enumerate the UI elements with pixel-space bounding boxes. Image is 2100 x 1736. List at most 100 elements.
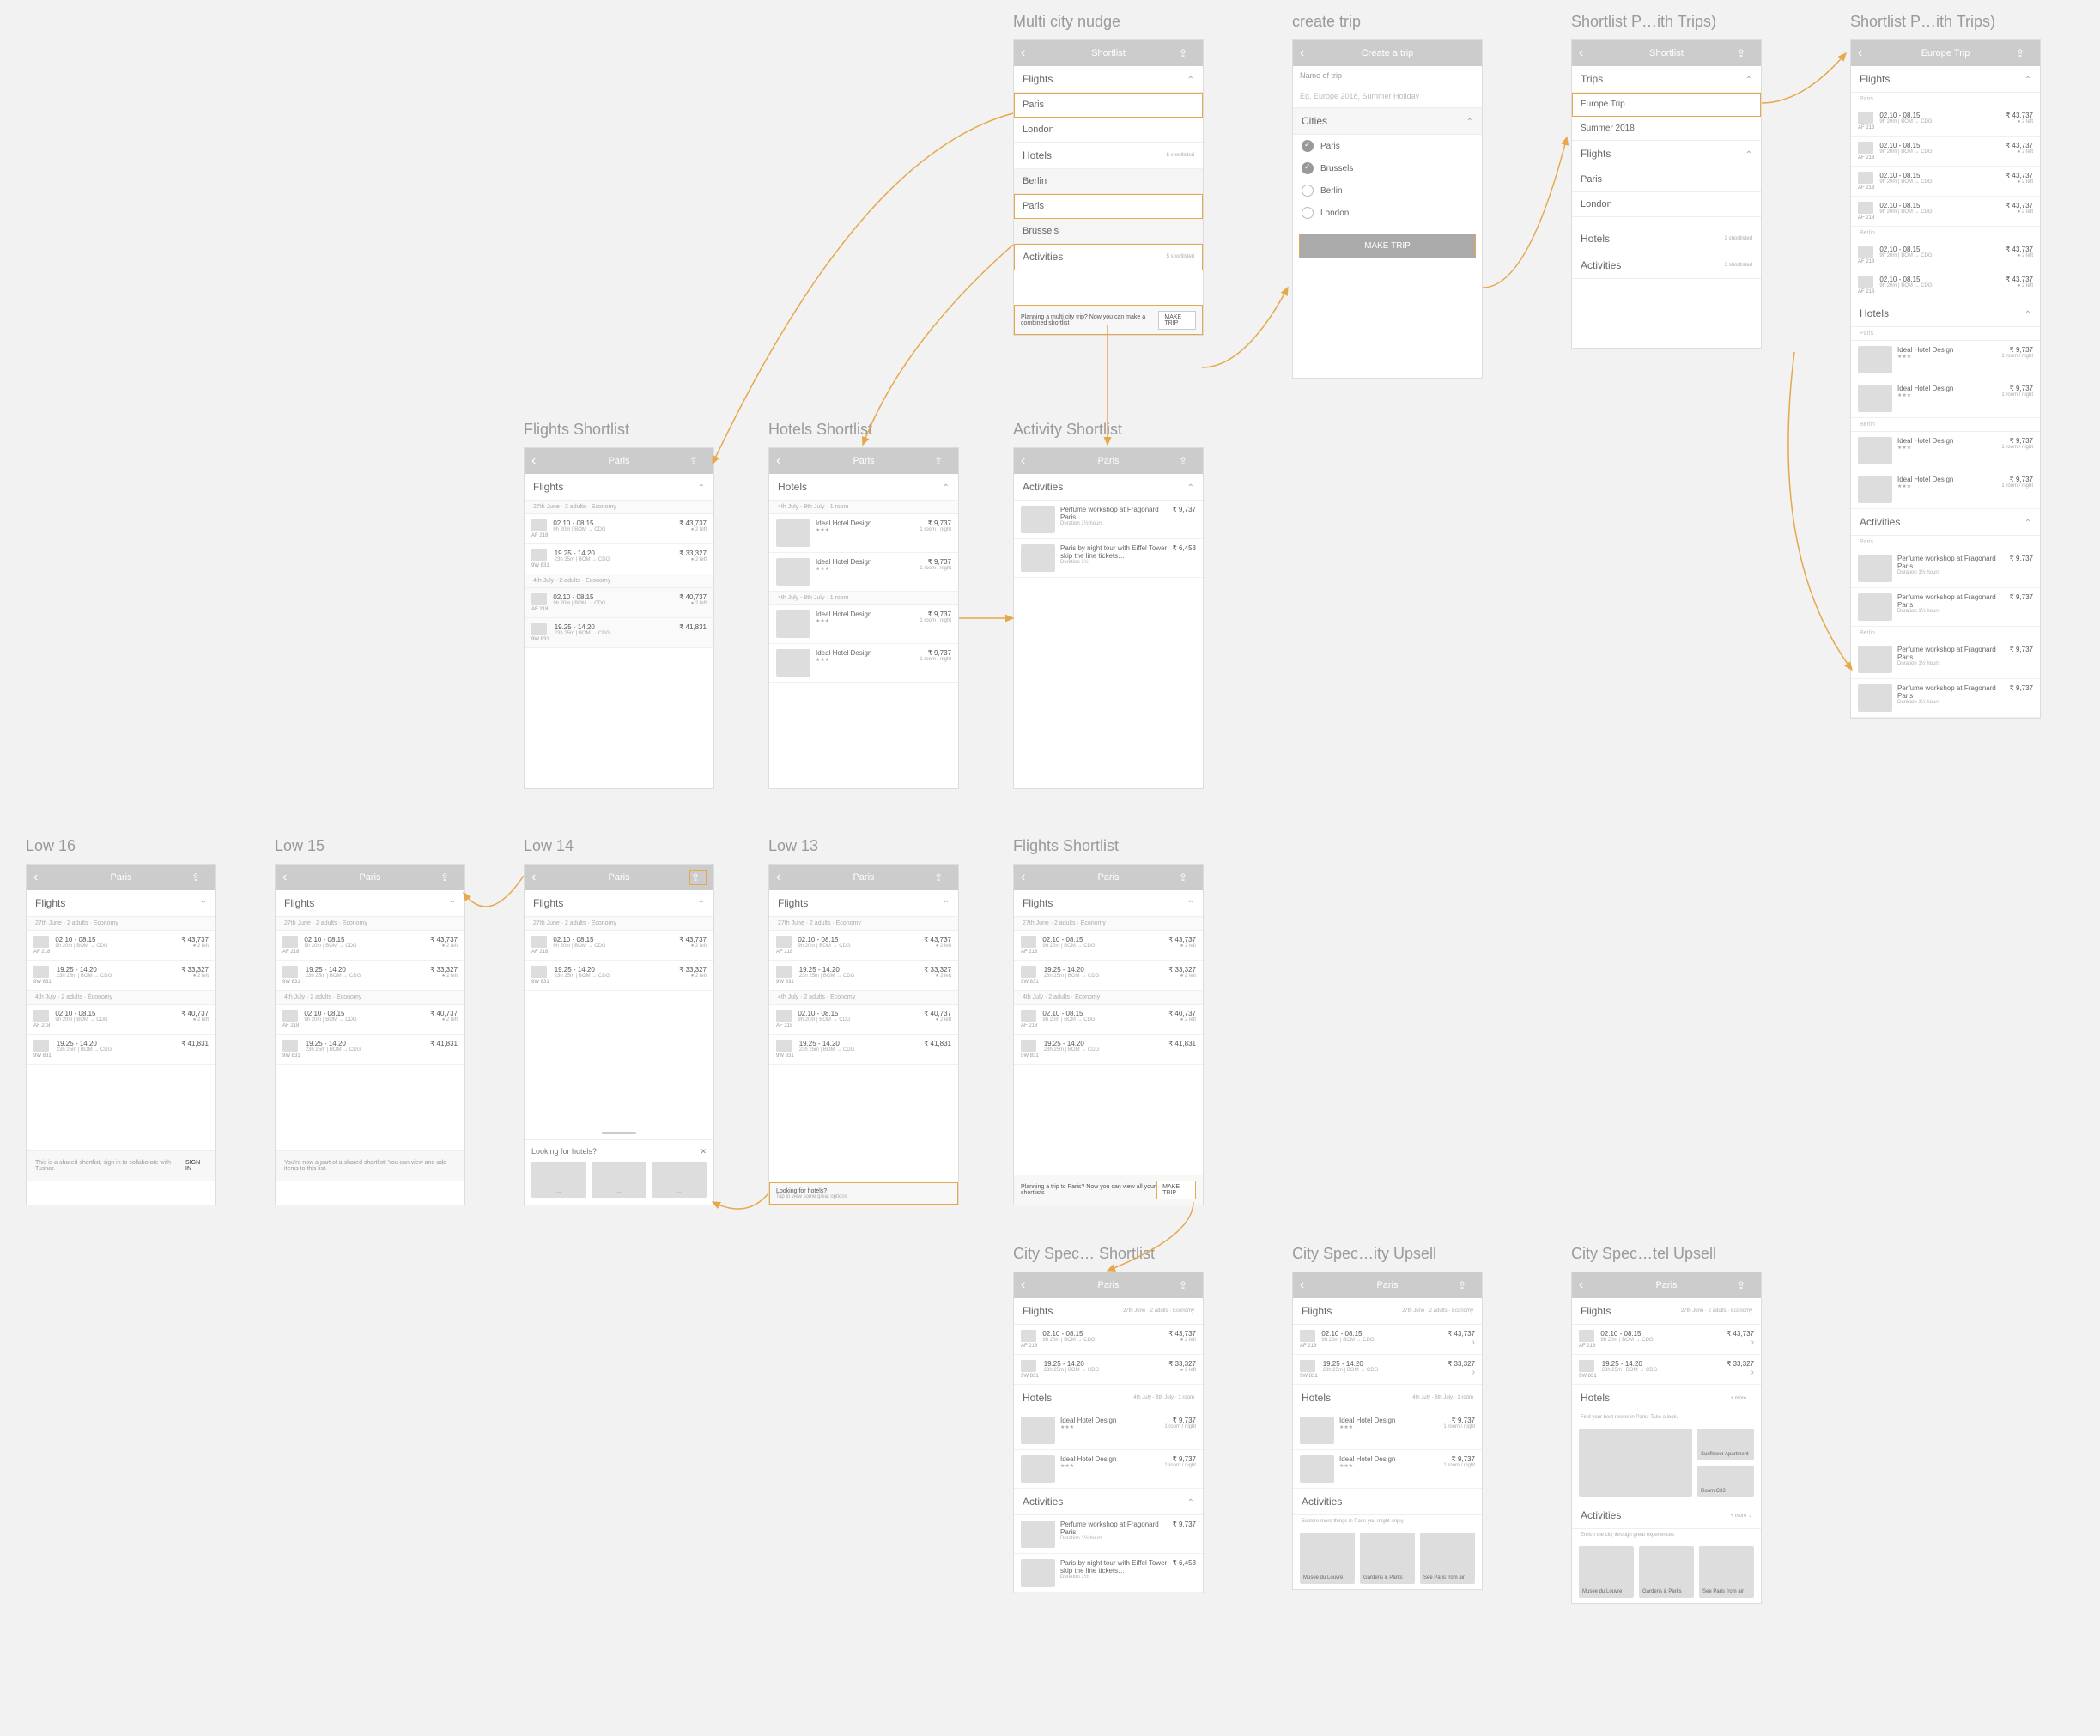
flight-row[interactable]: AF 21802.10 - 08.159h 20m | BOM → CDG₹ 4… (276, 1005, 464, 1035)
activity-row[interactable]: Perfume workshop at Fragonard ParisDurat… (1851, 549, 2040, 588)
flight-row[interactable]: AF 21802.10 - 08.159h 20m | BOM → CDG₹ 4… (525, 931, 713, 961)
flight-row[interactable]: AF 21802.10 - 08.159h 20m | BOM → CDG₹ 4… (27, 931, 215, 961)
flights-head[interactable]: Flights (769, 890, 958, 917)
flight-row[interactable]: 9W 83119.25 - 14.2023h 25m | BOM → CDG₹ … (276, 1035, 464, 1065)
flight-row[interactable]: AF 21802.10 - 08.159h 20m | BOM → CDG₹ 4… (1851, 137, 2040, 167)
flight-row[interactable]: AF 21802.10 - 08.159h 20m | BOM → CDG₹ 4… (1851, 106, 2040, 137)
city-london[interactable]: London (1014, 118, 1203, 143)
flight-row[interactable]: 9W 83119.25 - 14.2023h 25m | BOM → CDG₹ … (1014, 1355, 1203, 1385)
trip-europe[interactable]: Europe Trip (1572, 93, 1761, 117)
share-icon[interactable] (1458, 1279, 1475, 1291)
hotel-card[interactable]: Sunflower Apartment (1697, 1429, 1754, 1460)
hotel-card[interactable]: ••• (592, 1162, 646, 1198)
activity-card[interactable]: Gardens & Parks (1360, 1533, 1415, 1584)
back-icon[interactable] (531, 453, 549, 469)
hotel-card[interactable] (1579, 1429, 1692, 1497)
cities-label[interactable]: Cities (1293, 108, 1482, 135)
back-icon[interactable] (1300, 1278, 1317, 1293)
share-icon[interactable] (1179, 1279, 1196, 1291)
flight-row[interactable]: 9W 83119.25 - 14.2023h 25m | BOM → CDG₹ … (525, 618, 713, 648)
flights-head[interactable]: Flights27th June · 2 adults · Economy (1014, 1298, 1203, 1325)
city-paris[interactable]: Paris (1014, 93, 1203, 118)
activity-row[interactable]: Paris by night tour with Eiffel Tower sk… (1014, 1554, 1203, 1593)
city-london[interactable]: London (1572, 192, 1761, 217)
flight-row[interactable]: 9W 83119.25 - 14.2023h 25m | BOM → CDG₹ … (276, 961, 464, 991)
flights-head[interactable]: Flights (27, 890, 215, 917)
activity-card[interactable]: See Paris from air (1420, 1533, 1475, 1584)
activities-head[interactable]: Activities (1851, 509, 2040, 536)
flight-row[interactable]: 9W 83119.25 - 14.2023h 25m | BOM → CDG₹ … (27, 1035, 215, 1065)
city-check-brussels[interactable]: Brussels (1293, 157, 1482, 179)
back-icon[interactable] (33, 870, 51, 885)
flights-head[interactable]: Flights27th June · 2 adults · Economy (1293, 1298, 1482, 1325)
hotels-head[interactable]: Hotels (1851, 300, 2040, 327)
name-input[interactable]: Eg. Europe 2018, Summer Holiday (1293, 85, 1482, 108)
flight-row[interactable]: 9W 83119.25 - 14.2023h 25m | BOM → CDG₹ … (27, 961, 215, 991)
make-trip-btn[interactable]: MAKE TRIP (1158, 311, 1196, 330)
flight-row[interactable]: 9W 83119.25 - 14.2023h 25m | BOM → CDG₹ … (1014, 961, 1203, 991)
flight-row[interactable]: AF 21802.10 - 08.159h 20m | BOM → CDG₹ 4… (1851, 167, 2040, 197)
activity-card[interactable]: Gardens & Parks (1639, 1546, 1694, 1598)
share-icon[interactable] (1737, 1279, 1754, 1291)
hotel-row[interactable]: Ideal Hotel Design★★★₹ 9,7371 room / nig… (1851, 470, 2040, 509)
flight-row[interactable]: 9W 83119.25 - 14.2023h 25m | BOM → CDG₹ … (769, 1035, 958, 1065)
activity-card[interactable]: Musee du Louvre (1579, 1546, 1634, 1598)
flight-row[interactable]: AF 21802.10 - 08.159h 20m | BOM → CDG₹ 4… (1014, 931, 1203, 961)
hotel-row[interactable]: Ideal Hotel Design★★★₹ 9,7371 room / nig… (769, 553, 958, 592)
close-icon[interactable] (700, 1147, 707, 1156)
hotel-row[interactable]: Ideal Hotel Design★★★₹ 9,7371 room / nig… (769, 514, 958, 553)
share-icon[interactable] (1737, 47, 1754, 59)
activities-head[interactable]: Activities5 shortlisted (1014, 244, 1203, 270)
flights-head[interactable]: Flights (1572, 141, 1761, 167)
hotels-head[interactable]: Hotels+ more ⌄ (1572, 1385, 1761, 1411)
hotel-row[interactable]: Ideal Hotel Design★★★₹ 9,7371 room / nig… (1293, 1450, 1482, 1489)
flights-head[interactable]: Flights (1851, 66, 2040, 93)
city-check-london[interactable]: London (1293, 202, 1482, 224)
flights-head[interactable]: Flights27th June · 2 adults · Economy (1572, 1298, 1761, 1325)
activities-head[interactable]: Activities (1014, 1489, 1203, 1515)
looking-hotels-bar[interactable]: Looking for hotels? Tap to view some gre… (769, 1182, 958, 1205)
city-paris2[interactable]: Paris (1014, 194, 1203, 219)
flight-row[interactable]: AF 21802.10 - 08.159h 20m | BOM → CDG₹ 4… (1851, 240, 2040, 270)
flights-head[interactable]: Flights (1014, 890, 1203, 917)
flight-row[interactable]: 9W 83119.25 - 14.2023h 25m | BOM → CDG₹ … (769, 961, 958, 991)
back-icon[interactable] (282, 870, 300, 885)
activity-row[interactable]: Perfume workshop at Fragonard ParisDurat… (1014, 501, 1203, 539)
back-icon[interactable] (1021, 453, 1038, 469)
back-icon[interactable] (1021, 870, 1038, 885)
activity-row[interactable]: Perfume workshop at Fragonard ParisDurat… (1014, 1515, 1203, 1554)
flight-row[interactable]: 9W 83119.25 - 14.2023h 25m | BOM → CDG₹ … (525, 544, 713, 574)
activity-card[interactable]: Musee du Louvre (1300, 1533, 1355, 1584)
activities-head[interactable]: Activities (1014, 474, 1203, 501)
flight-row[interactable]: AF 21802.10 - 08.159h 20m | BOM → CDG₹ 4… (525, 514, 713, 544)
activities-head[interactable]: Activities3 shortlisted (1572, 252, 1761, 279)
flight-row[interactable]: AF 21802.10 - 08.159h 20m | BOM → CDG₹ 4… (525, 588, 713, 618)
share-icon[interactable] (1179, 455, 1196, 467)
flight-row[interactable]: 9W 83119.25 - 14.2023h 25m | BOM → CDG₹ … (1014, 1035, 1203, 1065)
make-trip-button[interactable]: MAKE TRIP (1300, 234, 1475, 258)
back-icon[interactable] (1579, 1278, 1596, 1293)
share-icon[interactable] (440, 871, 458, 883)
hotels-head[interactable]: Hotels4th July - 8th July · 1 room (1293, 1385, 1482, 1411)
back-icon[interactable] (1300, 46, 1317, 61)
activity-row[interactable]: Perfume workshop at Fragonard ParisDurat… (1851, 588, 2040, 627)
hotel-row[interactable]: Ideal Hotel Design★★★₹ 9,7371 room / nig… (769, 605, 958, 644)
back-icon[interactable] (531, 870, 549, 885)
activities-head[interactable]: Activities (1293, 1489, 1482, 1515)
flight-row[interactable]: AF 21802.10 - 08.159h 20m | BOM → CDG₹ 4… (1851, 197, 2040, 227)
activity-row[interactable]: Perfume workshop at Fragonard ParisDurat… (1851, 679, 2040, 718)
back-icon[interactable] (1579, 46, 1596, 61)
back-icon[interactable] (1021, 1278, 1038, 1293)
hotel-card[interactable]: Room C33 (1697, 1466, 1754, 1497)
share-icon[interactable] (934, 871, 951, 883)
hotel-row[interactable]: Ideal Hotel Design★★★₹ 9,7371 room / nig… (1014, 1450, 1203, 1489)
hotel-row[interactable]: Ideal Hotel Design★★★₹ 9,7371 room / nig… (1851, 379, 2040, 418)
city-brussels[interactable]: Brussels (1014, 219, 1203, 244)
hotel-row[interactable]: Ideal Hotel Design★★★₹ 9,7371 room / nig… (1851, 432, 2040, 470)
flight-row[interactable]: 9W 83119.25 - 14.2023h 25m | BOM → CDG₹ … (1293, 1355, 1482, 1385)
flights-head[interactable]: Flights (525, 474, 713, 501)
flight-row[interactable]: AF 21802.10 - 08.159h 20m | BOM → CDG₹ 4… (27, 1005, 215, 1035)
city-berlin[interactable]: Berlin (1014, 169, 1203, 194)
share-icon[interactable] (934, 455, 951, 467)
signin-button[interactable]: SIGN IN (185, 1160, 207, 1172)
